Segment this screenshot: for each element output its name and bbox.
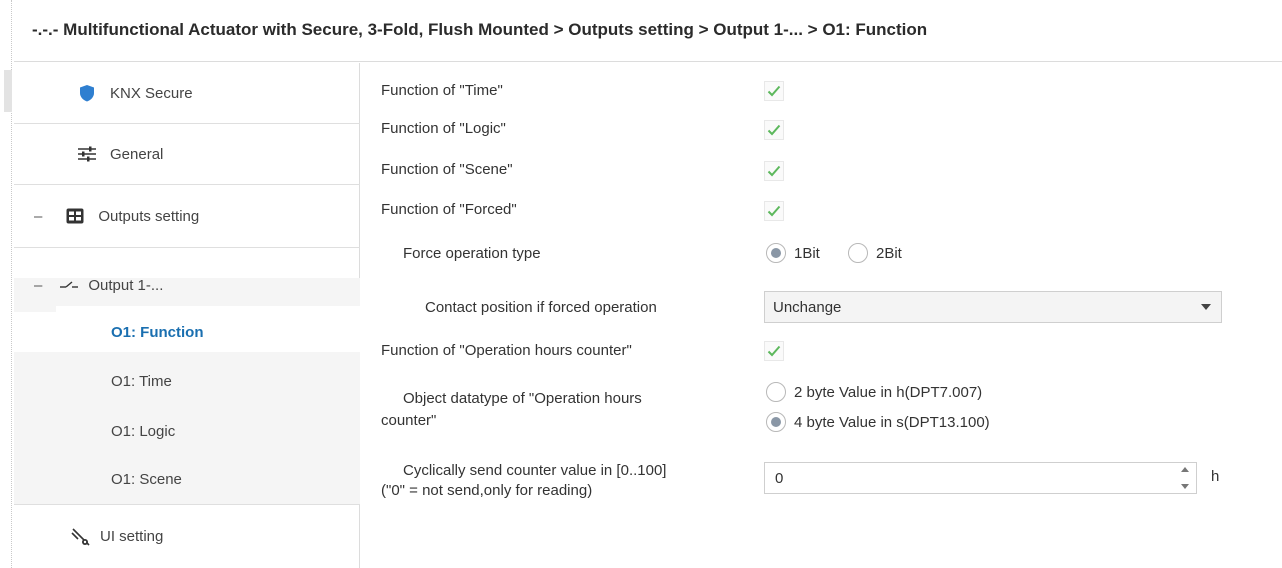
forced-function-checkbox[interactable]	[764, 201, 784, 221]
checkmark-icon	[767, 205, 781, 217]
sidebar-item-label: O1: Logic	[111, 422, 176, 440]
spin-arrows[interactable]	[1180, 467, 1190, 489]
time-function-checkbox[interactable]	[764, 81, 784, 101]
breadcrumb-title: -.-.- Multifunctional Actuator with Secu…	[32, 20, 928, 39]
sidebar-item-label: Output 1-...	[88, 276, 164, 294]
collapse-toggle[interactable]: –	[34, 208, 42, 225]
radio-1bit[interactable]	[766, 243, 786, 263]
gutter-tab[interactable]	[4, 70, 12, 112]
sidebar-item-label: KNX Secure	[110, 84, 193, 102]
contact-position-dropdown[interactable]: Unchange	[764, 291, 1222, 323]
sidebar-item-o1-scene[interactable]: O1: Scene	[14, 459, 360, 499]
sidebar-item-label: UI setting	[100, 528, 164, 545]
force-type-1bit-option[interactable]: 1Bit	[766, 243, 820, 263]
datatype-2byte-option[interactable]: 2 byte Value in h(DPT7.007)	[766, 382, 982, 402]
datatype-label-line1: Object datatype of "Operation hours	[403, 390, 642, 407]
spin-up-icon[interactable]	[1181, 467, 1189, 472]
sidebar-item-general[interactable]: General	[14, 124, 360, 185]
sidebar-item-ui-setting[interactable]: UI setting	[14, 504, 360, 568]
header: -.-.- Multifunctional Actuator with Secu…	[14, 0, 1282, 62]
cyclic-value-spinbox[interactable]: 0	[764, 462, 1197, 494]
scene-function-label: Function of "Scene"	[381, 161, 513, 178]
sidebar-item-label: O1: Time	[111, 372, 172, 390]
dropdown-value: Unchange	[773, 298, 842, 316]
cyclic-unit: h	[1211, 468, 1220, 485]
forced-function-label: Function of "Forced"	[381, 201, 517, 218]
sidebar-item-outputs-setting[interactable]: – Outputs setting	[14, 185, 360, 248]
sidebar: KNX Secure General – Outputs setting – O…	[14, 63, 360, 568]
sidebar-item-label: O1: Function	[111, 323, 204, 341]
sidebar-item-label: Outputs setting	[98, 207, 200, 225]
datatype-label-line2: counter"	[381, 412, 437, 429]
sidebar-item-output-1[interactable]: – Output 1-...	[14, 263, 360, 307]
scene-function-checkbox[interactable]	[764, 161, 784, 181]
logic-function-label: Function of "Logic"	[381, 120, 506, 137]
radio-label: 2Bit	[876, 244, 902, 262]
chevron-down-icon	[1201, 304, 1211, 310]
checkmark-icon	[767, 124, 781, 136]
force-type-2bit-option[interactable]: 2Bit	[848, 243, 902, 263]
grid-icon	[64, 205, 86, 227]
sidebar-item-o1-time[interactable]: O1: Time	[14, 361, 360, 401]
sidebar-item-o1-function[interactable]: O1: Function	[14, 312, 360, 352]
logic-function-checkbox[interactable]	[764, 120, 784, 140]
sidebar-item-knx-secure[interactable]: KNX Secure	[14, 63, 360, 124]
contact-position-label: Contact position if forced operation	[425, 299, 657, 316]
cyclic-label-line1: Cyclically send counter value in [0..100…	[403, 462, 667, 479]
sidebar-item-label: General	[110, 145, 164, 163]
left-gutter	[0, 0, 12, 568]
checkmark-icon	[767, 165, 781, 177]
ui-setting-icon	[70, 526, 92, 548]
collapse-toggle[interactable]: –	[34, 277, 42, 294]
sidebar-item-o1-logic[interactable]: O1: Logic	[14, 411, 360, 451]
cyclic-label-line2: ("0" = not send,only for reading)	[381, 482, 593, 499]
time-function-label: Function of "Time"	[381, 82, 503, 99]
radio-label: 4 byte Value in s(DPT13.100)	[794, 413, 990, 431]
spin-down-icon[interactable]	[1181, 484, 1189, 489]
force-type-label: Force operation type	[403, 245, 541, 262]
radio-label: 2 byte Value in h(DPT7.007)	[794, 383, 983, 401]
datatype-4byte-option[interactable]: 4 byte Value in s(DPT13.100)	[766, 412, 990, 432]
checkmark-icon	[767, 345, 781, 357]
radio-4byte[interactable]	[766, 412, 786, 432]
ohc-function-checkbox[interactable]	[764, 341, 784, 361]
radio-label: 1Bit	[794, 244, 820, 262]
checkmark-icon	[767, 85, 781, 97]
spinbox-value: 0	[775, 469, 784, 487]
sidebar-item-label: O1: Scene	[111, 470, 182, 488]
sliders-icon	[76, 143, 98, 165]
radio-2bit[interactable]	[848, 243, 868, 263]
main-panel: Function of "Time" Function of "Logic" F…	[361, 63, 1282, 568]
shield-icon	[76, 82, 98, 104]
radio-2byte[interactable]	[766, 382, 786, 402]
switch-contact-icon	[58, 274, 80, 296]
ohc-function-label: Function of "Operation hours counter"	[381, 342, 632, 359]
